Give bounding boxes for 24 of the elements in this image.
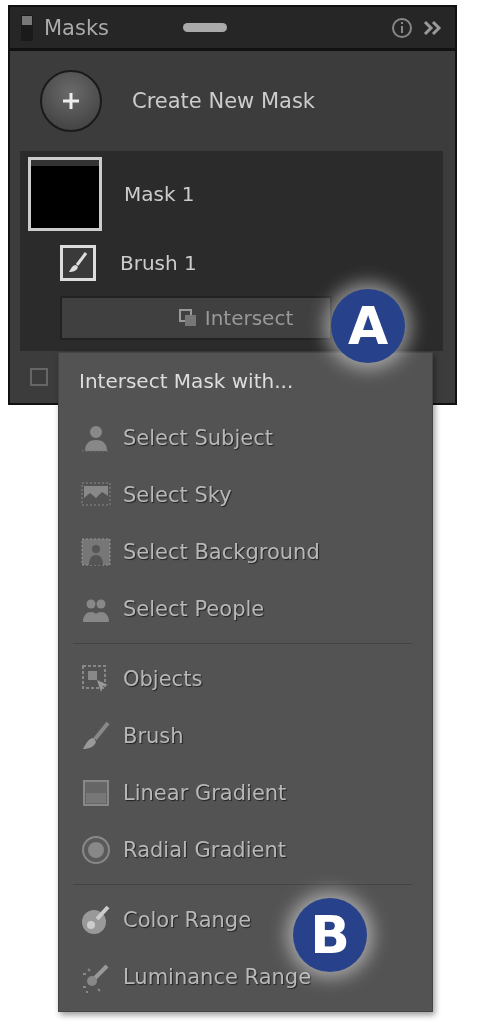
info-icon[interactable] xyxy=(391,16,413,39)
collapse-icon[interactable] xyxy=(423,19,443,36)
menu-item[interactable]: Radial Gradient xyxy=(79,821,286,878)
mask-thumbnail[interactable] xyxy=(28,157,102,231)
menu-item[interactable]: Color Range xyxy=(79,891,252,948)
plus-icon xyxy=(61,91,81,111)
menu-heading: Intersect Mask with... xyxy=(79,369,295,395)
brush-icon[interactable] xyxy=(60,245,96,281)
menu-item[interactable]: Objects xyxy=(79,650,203,707)
panel-title: Masks xyxy=(44,15,110,40)
intersect-button[interactable]: Intersect xyxy=(60,296,332,340)
intersect-icon xyxy=(178,309,197,327)
menu-item[interactable]: Select Sky xyxy=(79,466,232,523)
menu-item[interactable]: Brush xyxy=(79,707,184,764)
create-new-mask-label[interactable]: Create New Mask xyxy=(132,89,316,113)
menu-item[interactable]: Select People xyxy=(79,580,265,637)
mask-name[interactable]: Mask 1 xyxy=(124,182,195,206)
panel-icon xyxy=(20,13,34,42)
component-name[interactable]: Brush 1 xyxy=(120,251,197,275)
menu-item[interactable]: Select Subject xyxy=(79,409,273,466)
menu-item[interactable]: Linear Gradient xyxy=(79,764,287,821)
menu-item[interactable]: Select Background xyxy=(79,523,320,580)
drag-handle[interactable] xyxy=(183,23,228,32)
checkbox[interactable] xyxy=(30,368,48,386)
